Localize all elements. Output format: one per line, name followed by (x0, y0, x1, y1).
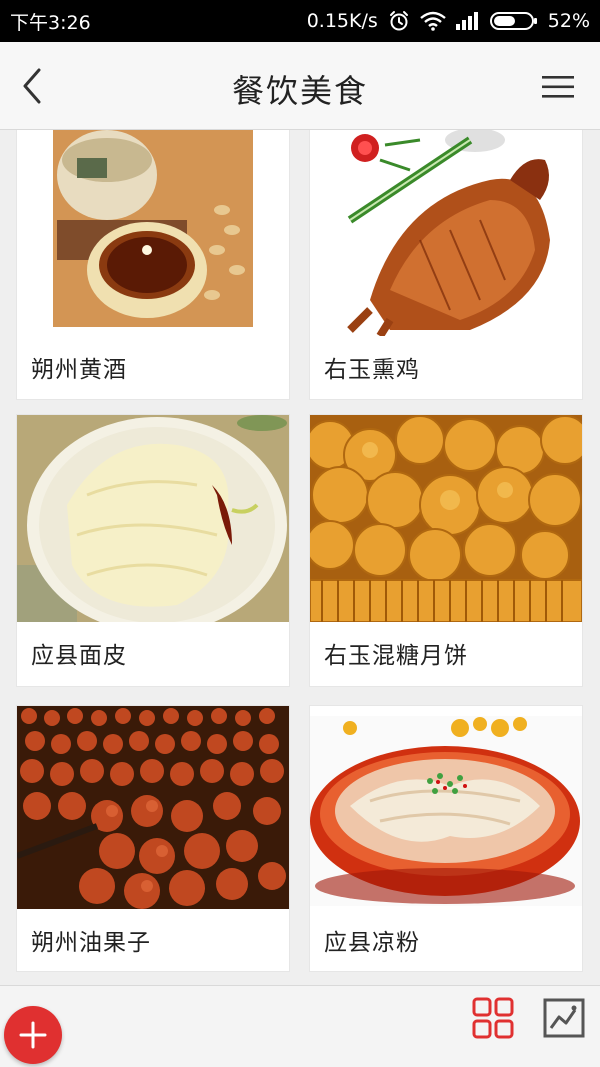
food-card[interactable]: 朔州油果子 (17, 706, 289, 971)
alarm-icon (388, 10, 410, 32)
add-button[interactable] (4, 1006, 62, 1064)
food-image (17, 415, 289, 622)
food-image (310, 415, 582, 622)
food-card[interactable]: 应县面皮 (17, 415, 289, 686)
page-title: 餐饮美食 (231, 72, 368, 110)
food-image (17, 130, 289, 336)
food-card[interactable]: 右玉混糖月饼 (310, 415, 582, 686)
food-name: 右玉混糖月饼 (324, 643, 468, 669)
food-card[interactable]: 右玉熏鸡 (310, 130, 582, 399)
image-gallery-button[interactable] (541, 995, 587, 1041)
hamburger-menu-icon (542, 76, 574, 98)
food-name: 应县面皮 (31, 643, 127, 669)
battery-percent: 52% (547, 10, 590, 32)
status-bar: 下午3:26 0.15K/s 52% (0, 0, 600, 42)
network-speed: 0.15K/s (306, 10, 378, 32)
food-name: 朔州油果子 (31, 930, 151, 956)
title-bar: 餐饮美食 (0, 42, 600, 130)
food-card[interactable]: 朔州黄酒 (17, 130, 289, 399)
food-name: 朔州黄酒 (31, 357, 127, 383)
food-image (310, 130, 582, 336)
menu-button[interactable] (540, 69, 576, 105)
food-image (17, 706, 289, 909)
battery-icon (489, 11, 538, 31)
plus-icon (19, 1021, 47, 1049)
signal-icon (455, 12, 480, 30)
food-grid: 朔州黄酒 右玉熏鸡 应县面皮 右玉混糖月饼 朔州油果子 应县凉粉 (0, 130, 600, 985)
status-indicators: 0.15K/s 52% (307, 10, 590, 32)
food-card[interactable]: 应县凉粉 (310, 706, 582, 971)
food-name: 应县凉粉 (324, 930, 420, 956)
food-image (310, 706, 582, 909)
grid-view-button[interactable] (470, 995, 516, 1041)
grid-view-icon (472, 997, 514, 1039)
image-gallery-icon (543, 998, 585, 1038)
wifi-icon (419, 11, 446, 31)
status-time: 下午3:26 (10, 11, 91, 34)
food-name: 右玉熏鸡 (324, 357, 420, 383)
